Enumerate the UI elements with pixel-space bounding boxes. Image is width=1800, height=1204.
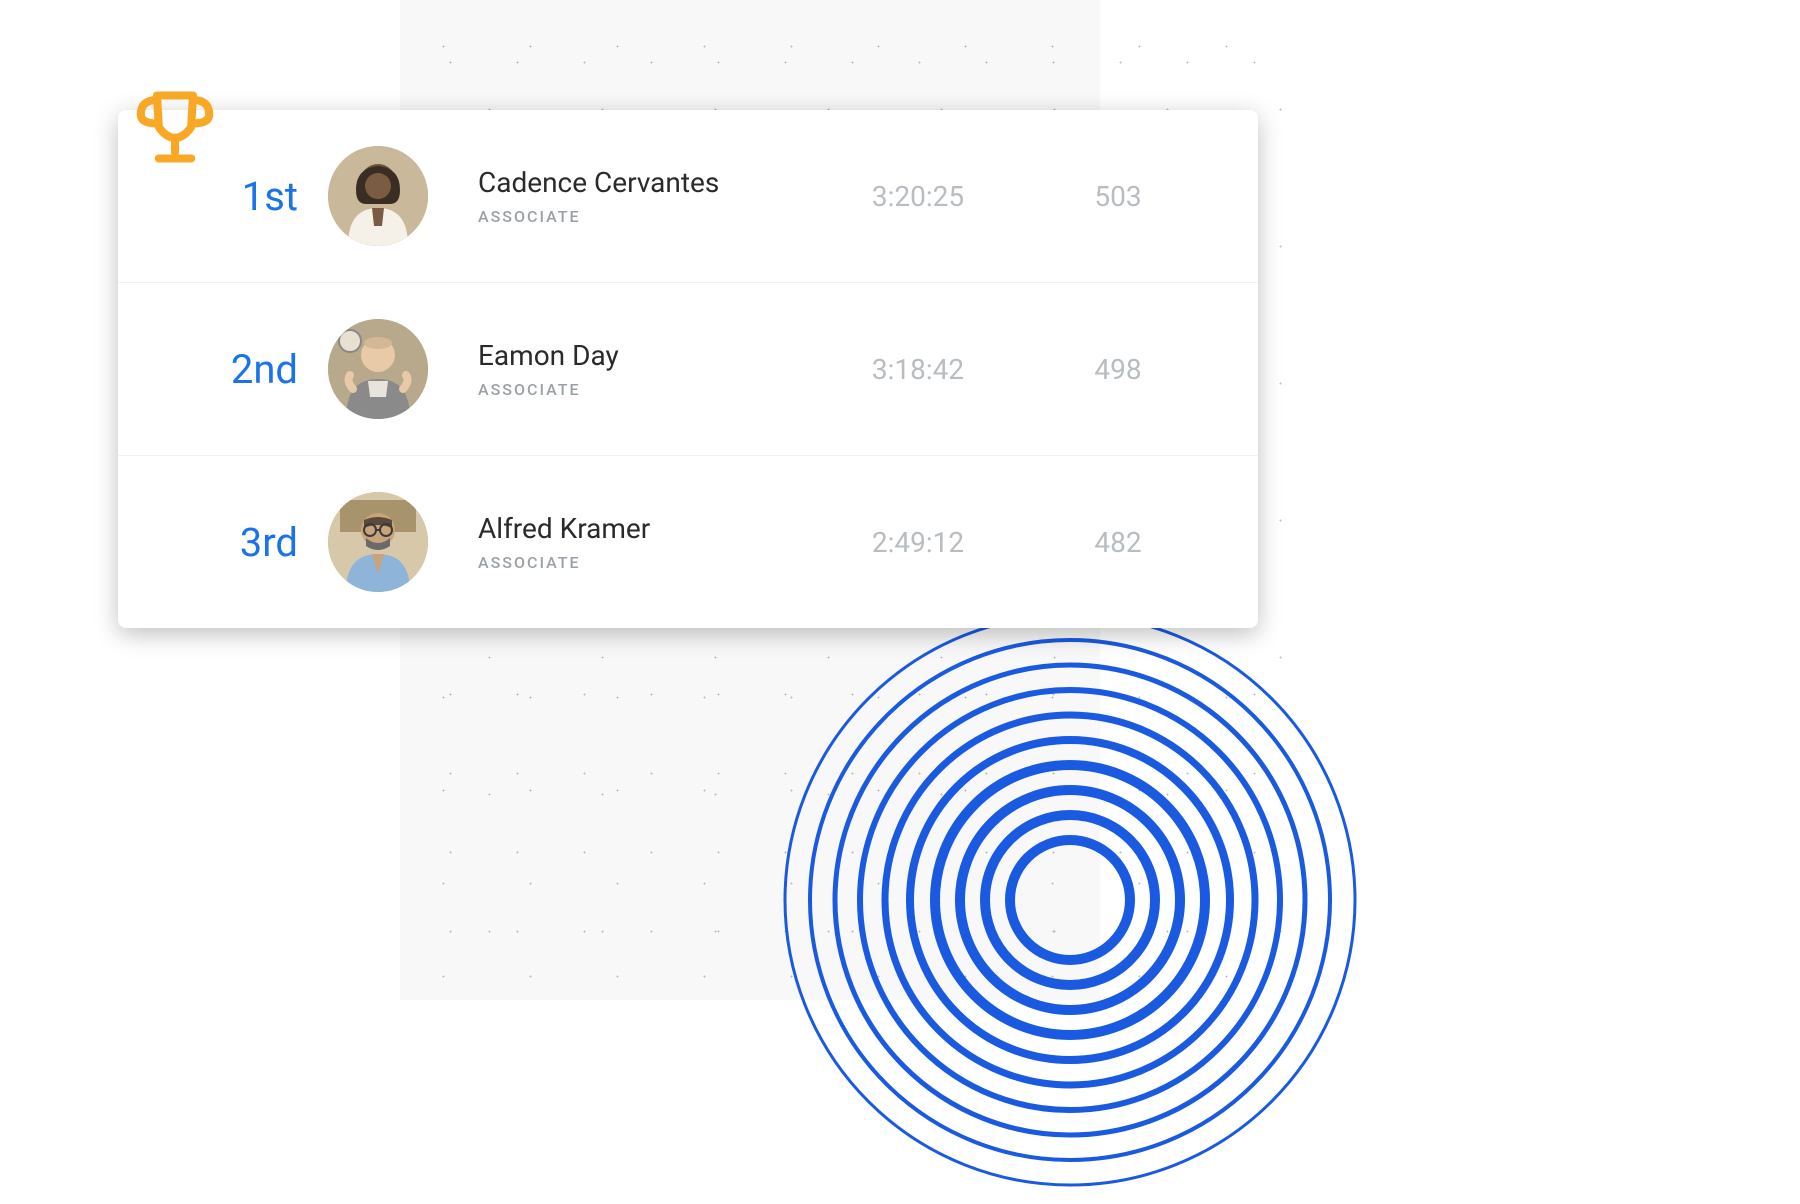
- time-value: 2:49:12: [818, 526, 1018, 559]
- score-value: 503: [1018, 180, 1218, 213]
- rank-label: 3rd: [118, 519, 328, 566]
- rank-label: 2nd: [118, 346, 328, 393]
- avatar: [328, 146, 428, 246]
- leaderboard-row: 2nd Eamon Day ASSOCIATE 3:18:42 498: [118, 283, 1258, 456]
- person-role: ASSOCIATE: [478, 380, 818, 399]
- name-block: Alfred Kramer ASSOCIATE: [458, 512, 818, 572]
- score-value: 498: [1018, 353, 1218, 386]
- trophy-icon: [130, 82, 220, 172]
- person-name: Eamon Day: [478, 339, 818, 372]
- leaderboard-row: 3rd Alfred Kramer ASSOCIATE 2:49:12 482: [118, 456, 1258, 628]
- avatar: [328, 492, 428, 592]
- name-block: Cadence Cervantes ASSOCIATE: [458, 166, 818, 226]
- leaderboard-card: 1st Cadence Cervantes ASSOCIATE 3:20:25 …: [118, 110, 1258, 628]
- score-value: 482: [1018, 526, 1218, 559]
- person-role: ASSOCIATE: [478, 553, 818, 572]
- person-name: Alfred Kramer: [478, 512, 818, 545]
- person-name: Cadence Cervantes: [478, 166, 818, 199]
- time-value: 3:18:42: [818, 353, 1018, 386]
- leaderboard-row: 1st Cadence Cervantes ASSOCIATE 3:20:25 …: [118, 110, 1258, 283]
- avatar: [328, 319, 428, 419]
- name-block: Eamon Day ASSOCIATE: [458, 339, 818, 399]
- time-value: 3:20:25: [818, 180, 1018, 213]
- person-role: ASSOCIATE: [478, 207, 818, 226]
- rank-label: 1st: [118, 173, 328, 220]
